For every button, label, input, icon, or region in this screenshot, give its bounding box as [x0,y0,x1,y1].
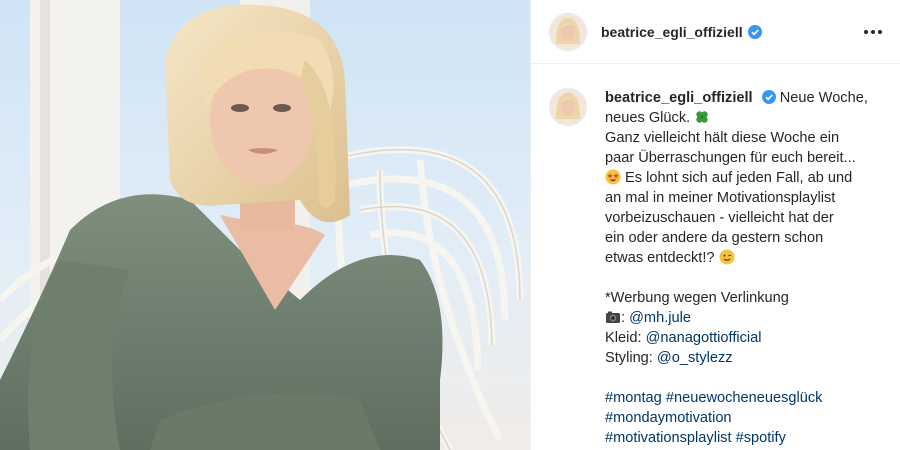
caption-fragment: neues Glück. [605,110,695,126]
post-header: beatrice_egli_offiziell [531,0,900,64]
caption-line: paar Überraschungen für euch bereit... [605,150,856,166]
hashtag-link[interactable]: #mondaymotivation [605,410,732,426]
caption-line: vorbeizuschauen - vielleicht hat der [605,210,834,226]
caption-fragment: etwas entdeckt!? [605,250,719,266]
verified-badge-icon [761,90,776,104]
mention-link[interactable]: @nanagottiofficial [646,330,762,346]
caption-avatar[interactable] [549,88,587,126]
star-struck-emoji [605,169,621,185]
caption-text: beatrice_egli_offiziell Neue Woche, neue… [605,88,873,448]
ad-note: *Werbung wegen Verlinkung [605,290,789,306]
caption-line: ein oder andere da gestern schon [605,230,824,246]
caption-username[interactable]: beatrice_egli_offiziell [605,90,753,106]
caption: beatrice_egli_offiziell Neue Woche, neue… [531,64,900,448]
hashtag-link[interactable]: #motivationsplaylist [605,430,732,446]
verified-badge-icon [747,24,762,39]
post-username[interactable]: beatrice_egli_offiziell [601,24,743,40]
post-side-panel: beatrice_egli_offiziell beatrice_egli_of… [530,0,900,450]
dress-label: Kleid: [605,330,646,346]
mention-link[interactable]: @mh.jule [629,310,691,326]
winking-face-emoji [719,249,735,265]
mention-link[interactable]: @o_stylezz [657,350,733,366]
more-options-icon[interactable] [862,24,884,40]
four-leaf-clover-emoji [696,111,708,123]
hashtag-link[interactable]: #neuewocheneuesglück [666,390,823,406]
post-image [0,0,530,450]
caption-line: Ganz vielleicht hält diese Woche ein [605,130,840,146]
avatar[interactable] [549,12,587,51]
post-photo[interactable] [0,0,530,450]
caption-fragment: Es lohnt sich auf jeden Fall, ab und [621,170,853,186]
hashtag-link[interactable]: #spotify [736,430,786,446]
caption-fragment: Neue Woche, [775,90,868,106]
camera-emoji [606,311,620,323]
hashtag-link[interactable]: #montag [605,390,662,406]
styling-label: Styling: [605,350,657,366]
caption-line: an mal in meiner Motivationsplaylist [605,190,836,206]
